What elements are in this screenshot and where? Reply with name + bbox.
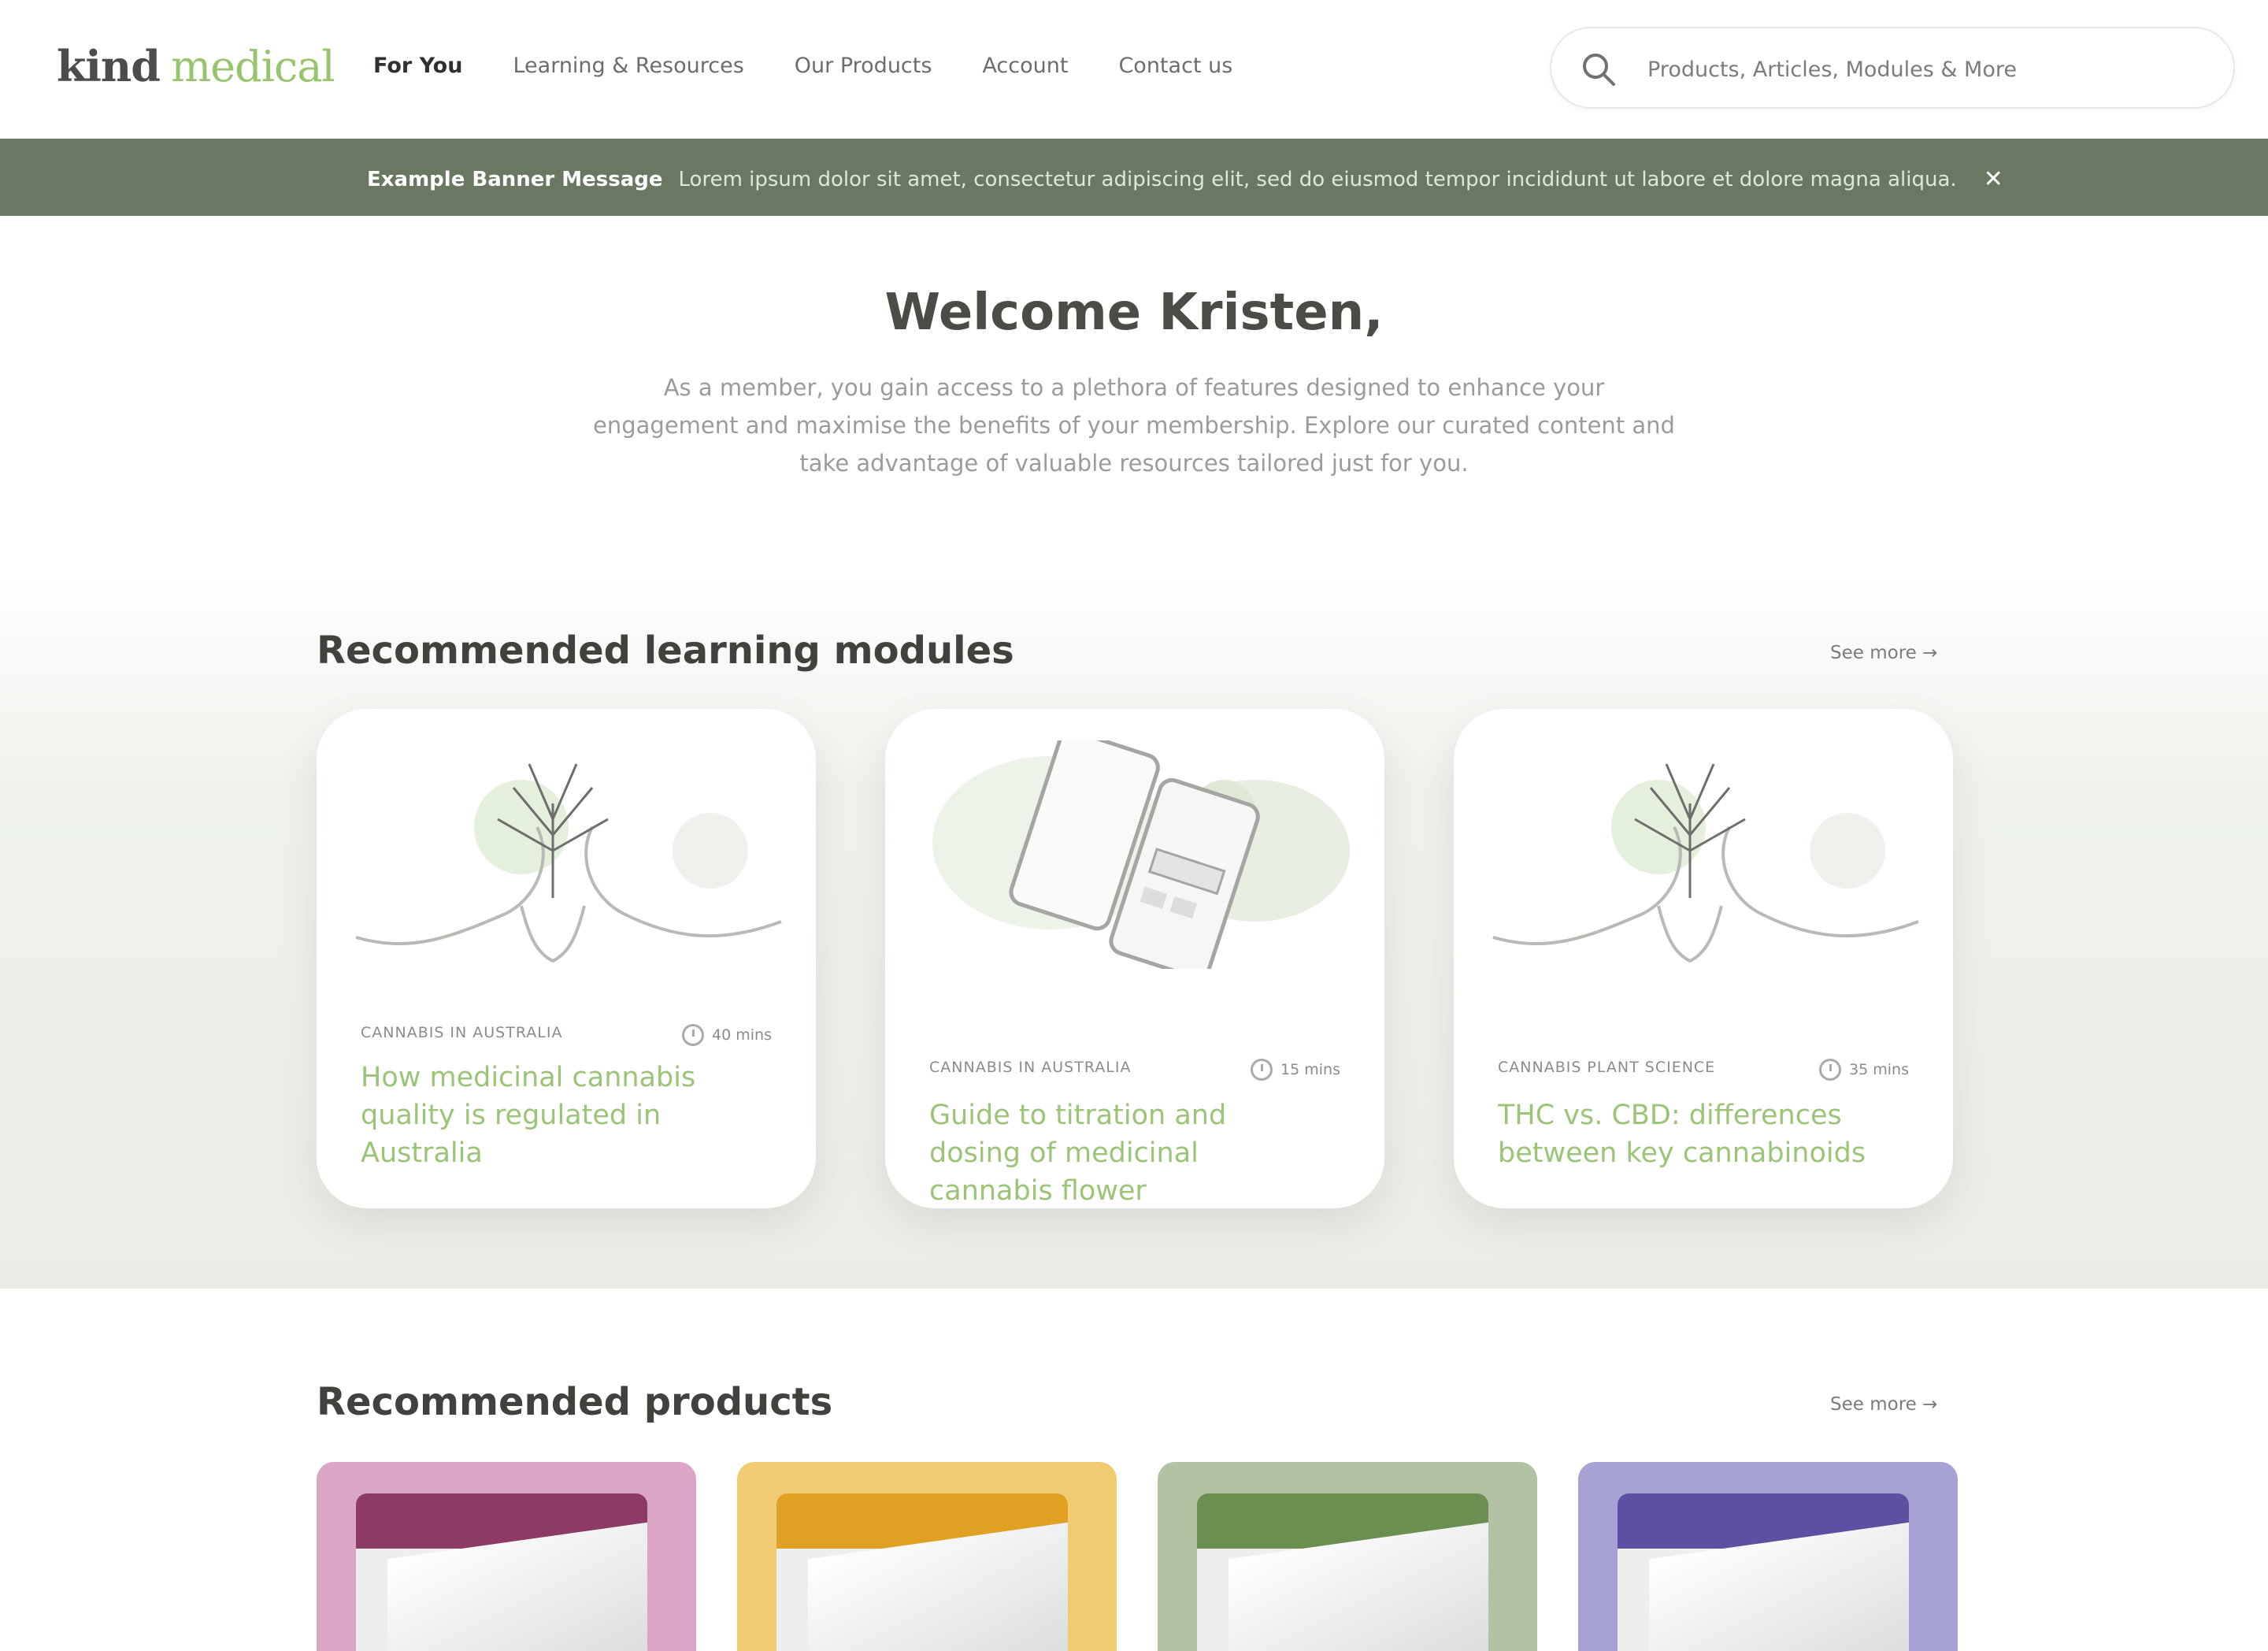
- clock-icon: [1819, 1059, 1842, 1081]
- product-cards: [317, 1462, 1958, 1651]
- product-card[interactable]: [737, 1462, 1117, 1651]
- nav-learning-resources[interactable]: Learning & Resources: [513, 54, 743, 78]
- module-category: CANNABIS IN AUSTRALIA: [929, 1059, 1132, 1076]
- module-duration: 40 mins: [712, 1026, 772, 1044]
- module-title[interactable]: Guide to titration and dosing of medicin…: [929, 1096, 1299, 1208]
- recommended-modules-section: Recommended learning modules See more → …: [0, 573, 2268, 1289]
- nav-contact-us[interactable]: Contact us: [1118, 54, 1232, 78]
- module-category: CANNABIS PLANT SCIENCE: [1498, 1059, 1716, 1076]
- module-title[interactable]: THC vs. CBD: differences between key can…: [1498, 1096, 1868, 1172]
- banner-close-icon[interactable]: ✕: [1984, 165, 2003, 193]
- module-duration: 35 mins: [1849, 1061, 1909, 1078]
- welcome-text: As a member, you gain access to a pletho…: [593, 374, 1675, 477]
- kind-medical-logo[interactable]: kind medical: [57, 41, 335, 91]
- products-title: Recommended products: [317, 1380, 833, 1424]
- announcement-banner: Example Banner Message Lorem ipsum dolor…: [0, 139, 2268, 216]
- hands-plant-illustration: [355, 763, 782, 963]
- nav-our-products[interactable]: Our Products: [795, 54, 932, 78]
- welcome-heading: Welcome Kristen,: [884, 284, 1384, 342]
- nav-account[interactable]: Account: [982, 54, 1068, 78]
- welcome-section: Welcome Kristen, As a member, you gain a…: [0, 284, 2268, 482]
- product-card[interactable]: [1578, 1462, 1958, 1651]
- banner-title: Example Banner Message: [367, 167, 663, 191]
- product-pouch-image: [356, 1493, 647, 1651]
- module-card[interactable]: CANNABIS IN AUSTRALIA 15 mins Guide to t…: [885, 709, 1384, 1208]
- module-category: CANNABIS IN AUSTRALIA: [361, 1024, 563, 1041]
- product-pouch-image: [1197, 1493, 1488, 1651]
- module-card[interactable]: CANNABIS PLANT SCIENCE 35 mins THC vs. C…: [1454, 709, 1953, 1208]
- product-pouch-image: [776, 1493, 1068, 1651]
- clock-icon: [682, 1024, 705, 1046]
- search-bar[interactable]: [1550, 27, 2235, 109]
- main-nav: For You Learning & Resources Our Product…: [373, 54, 1232, 78]
- product-card[interactable]: [317, 1462, 696, 1651]
- search-input[interactable]: [1646, 46, 2200, 93]
- modules-title: Recommended learning modules: [317, 629, 1014, 673]
- logo-medical: medical: [170, 42, 335, 91]
- products-see-more-link[interactable]: See more →: [1830, 1394, 1937, 1415]
- modules-see-more-link[interactable]: See more →: [1830, 643, 1937, 663]
- module-cards: CANNABIS IN AUSTRALIA 40 mins How medici…: [317, 709, 1953, 1208]
- module-card[interactable]: CANNABIS IN AUSTRALIA 40 mins How medici…: [317, 709, 816, 1208]
- site-header: kind medical For You Learning & Resource…: [0, 0, 2268, 139]
- module-duration: 15 mins: [1280, 1061, 1340, 1078]
- hands-plant-illustration: [1492, 763, 1919, 963]
- nav-for-you[interactable]: For You: [373, 54, 462, 78]
- product-pouch-image: [1618, 1493, 1909, 1651]
- module-title[interactable]: How medicinal cannabis quality is regula…: [361, 1059, 731, 1172]
- clock-icon: [1251, 1059, 1273, 1081]
- scale-illustration: [932, 740, 1350, 969]
- search-icon[interactable]: [1580, 50, 1618, 88]
- logo-kind: kind: [57, 41, 161, 91]
- banner-text: Lorem ipsum dolor sit amet, consectetur …: [678, 167, 1957, 191]
- product-card[interactable]: [1158, 1462, 1537, 1651]
